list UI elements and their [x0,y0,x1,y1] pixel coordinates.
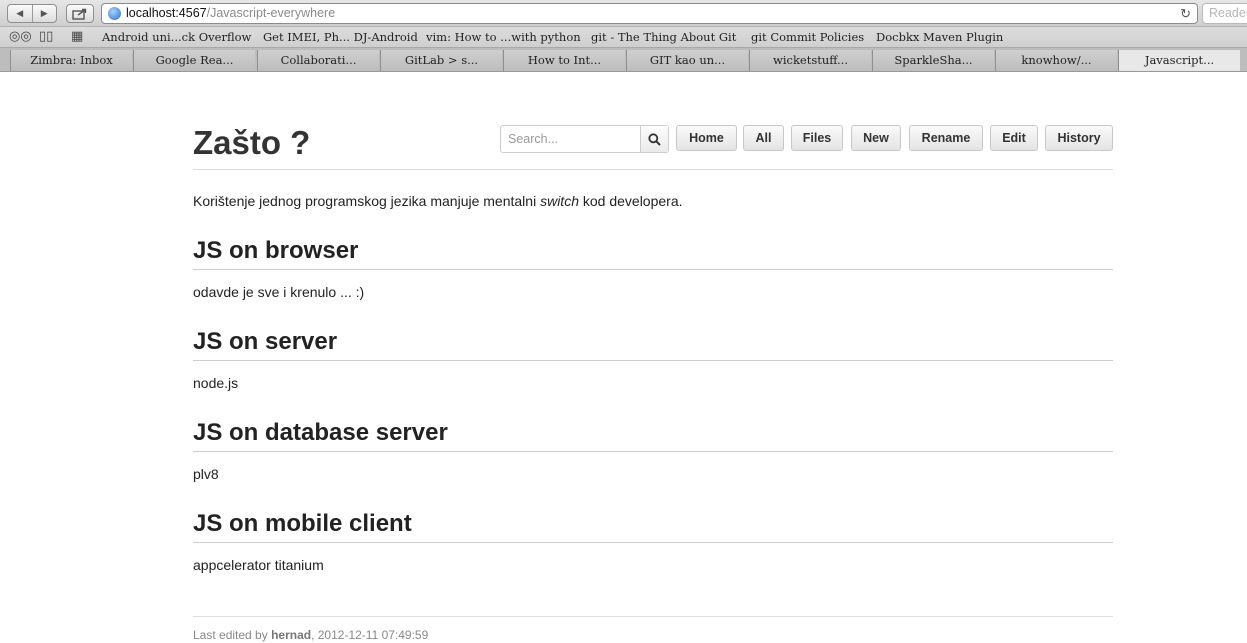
bookmark-item[interactable]: Docbkx Maven Plugin [876,30,1003,44]
share-button[interactable] [66,4,94,23]
footer-divider [193,616,1113,617]
browser-tab[interactable]: wicketstuff... [749,50,871,71]
intro-text-start: Korištenje jednog programskog jezika man… [193,193,541,209]
section-heading: JS on database server [193,419,448,446]
browser-tab[interactable]: How to Int... [503,50,625,71]
bookmark-item[interactable]: git - The Thing About Git [591,30,736,44]
section-heading: JS on server [193,328,338,355]
section-heading: JS on browser [193,237,359,264]
section-divider [193,269,1113,270]
new-button[interactable]: New [851,125,901,151]
footer-timestamp: , 2012-12-11 07:49:59 [311,628,429,642]
address-bar[interactable]: localhost:4567/Javascript-everywhere ↻ [101,3,1198,24]
footer-prefix: Last edited by [193,628,272,642]
bookmark-item[interactable]: git Commit Policies [751,30,864,44]
reader-button[interactable]: Reader [1202,3,1247,24]
intro-emphasis: switch [540,193,579,209]
bookmark-item[interactable]: vim: How to ...with python [426,30,581,44]
intro-text-end: kod developera. [578,193,683,209]
top-sites-grid-icon[interactable]: ▦ [71,29,83,44]
all-button[interactable]: All [743,125,784,151]
browser-toolbar: ◀ ▶ localhost:4567/Javascript-everywhere… [0,0,1247,27]
section-text: odavde je sve i krenulo ... :) [193,284,365,300]
section-heading: JS on mobile client [193,510,412,537]
section-divider [193,360,1113,361]
intro-paragraph: Korištenje jednog programskog jezika man… [193,193,683,209]
globe-icon [108,7,121,20]
browser-tab-active[interactable]: Javascript... [1118,50,1240,71]
bookmark-item[interactable]: Get IMEI, Ph... DJ-Android [263,30,418,44]
section-text: node.js [193,375,239,391]
forward-arrow-icon[interactable]: ▶ [33,5,57,22]
browser-tab[interactable]: Google Rea... [133,50,255,71]
section-divider [193,451,1113,452]
files-button[interactable]: Files [791,125,843,151]
back-forward-buttons: ◀ ▶ [7,4,57,23]
section-text: appcelerator titanium [193,557,324,573]
browser-tab[interactable]: GitLab > s... [380,50,502,71]
reading-list-icon[interactable]: ◎◎ [9,29,32,44]
reload-icon[interactable]: ↻ [1180,4,1191,23]
browser-tab[interactable]: Zimbra: Inbox [10,50,132,71]
search-input[interactable] [501,126,640,152]
edit-button[interactable]: Edit [990,125,1038,151]
bookmark-item[interactable]: Android uni...ck Overflow [102,30,251,44]
bookmarks-book-icon[interactable]: ▯▯ [39,29,53,44]
browser-tab[interactable]: Collaborati... [257,50,379,71]
back-arrow-icon[interactable]: ◀ [8,5,33,22]
search-box [500,125,669,153]
header-divider [193,169,1113,170]
search-icon [648,132,661,146]
search-button[interactable] [640,126,668,152]
last-edited-footer: Last edited by hernad, 2012-12-11 07:49:… [193,628,428,642]
home-button[interactable]: Home [676,125,737,151]
history-button[interactable]: History [1045,125,1113,151]
browser-tab[interactable]: knowhow/... [995,50,1117,71]
browser-tab[interactable]: SparkleSha... [872,50,994,71]
bookmarks-bar: ◎◎ ▯▯ ▦ Android uni...ck Overflow Get IM… [0,27,1247,48]
tab-bar: Zimbra: Inbox Google Rea... Collaborati.… [0,48,1247,72]
rename-button[interactable]: Rename [909,125,983,151]
page-title: Zašto ? [193,124,311,161]
section-text: plv8 [193,466,219,482]
footer-author: hernad [271,628,312,642]
url-host: localhost:4567 [126,6,207,20]
share-icon [72,8,87,20]
url-path: /Javascript-everywhere [206,6,336,20]
browser-tab[interactable]: GIT kao un... [626,50,748,71]
section-divider [193,542,1113,543]
